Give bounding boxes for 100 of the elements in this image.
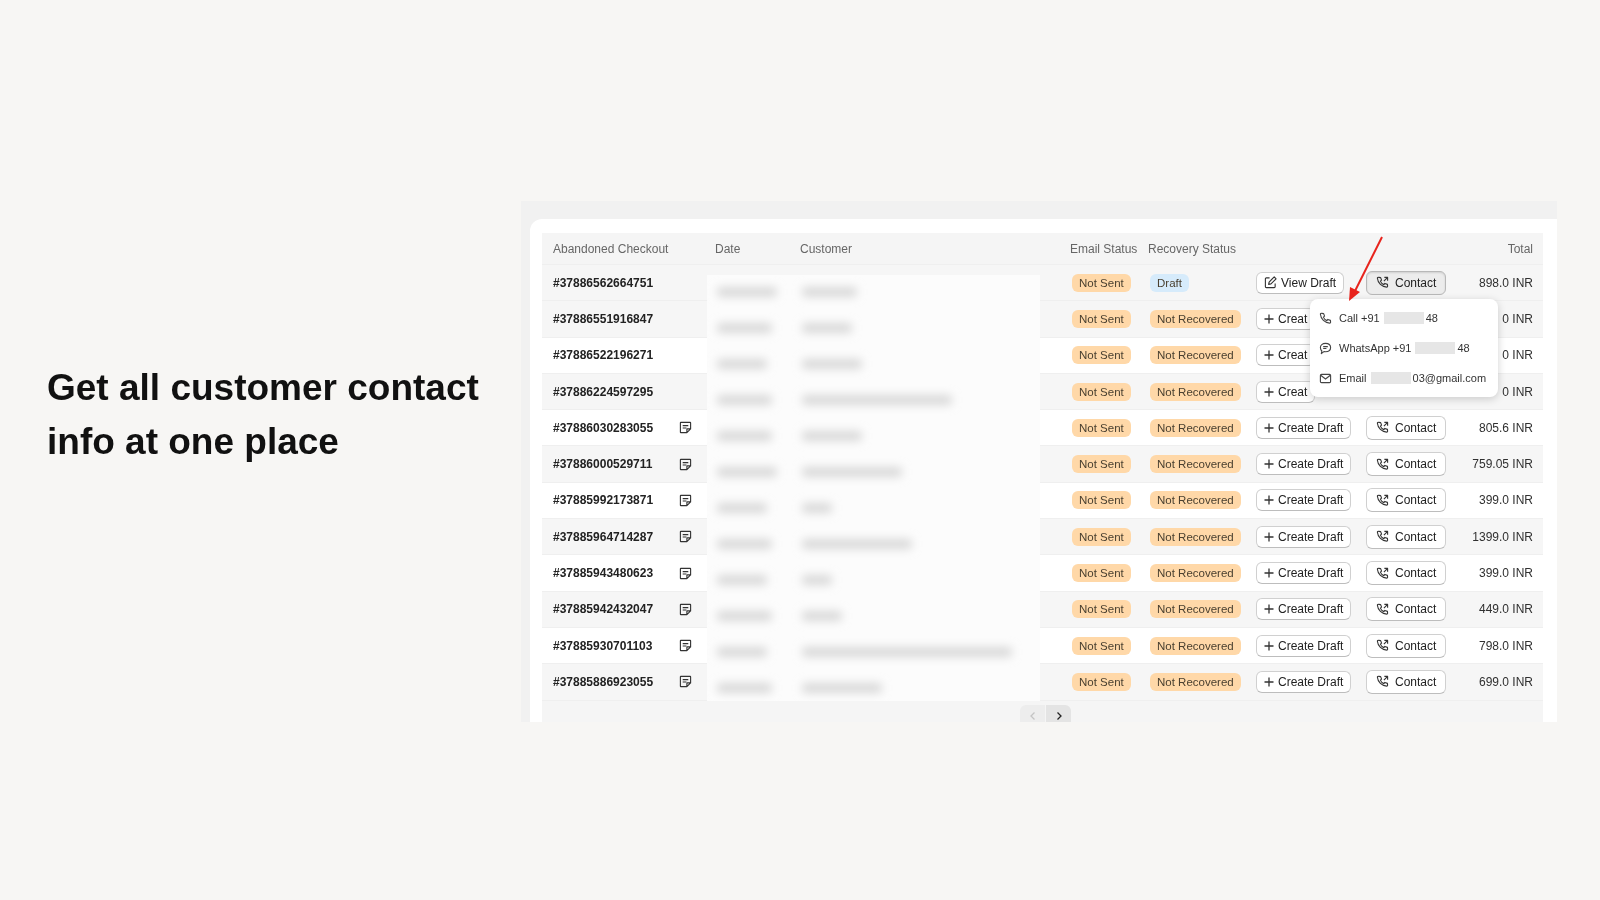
order-total: 449.0 INR [1478, 602, 1533, 617]
status-label: Not Recovered [1150, 600, 1241, 619]
redaction-bar [1370, 372, 1411, 384]
create-draft-button[interactable]: Create Draft [1256, 670, 1352, 693]
plus-icon [1264, 640, 1274, 651]
next-page-button[interactable] [1046, 704, 1071, 722]
plus-icon [1264, 604, 1274, 615]
status-label: Not Sent [1072, 491, 1131, 510]
create-draft-button[interactable]: Create Draft [1256, 562, 1352, 584]
chat-icon [1319, 341, 1332, 355]
checkout-id[interactable]: #37886000529711 [553, 457, 653, 472]
edit-icon [1264, 276, 1277, 290]
create-draft-button[interactable]: Create Draft [1256, 525, 1352, 548]
plus-icon [1264, 495, 1274, 506]
column-header: Abandoned Checkout [553, 241, 669, 256]
plus-icon [1264, 531, 1274, 542]
status-label: Not Recovered [1150, 455, 1241, 474]
status-label: Not Sent [1072, 564, 1131, 582]
status-label: Not Sent [1072, 527, 1131, 546]
create-draft-button[interactable]: Create Draft [1256, 453, 1352, 476]
order-total: 0 INR [1502, 348, 1533, 363]
phone-icon [1376, 566, 1389, 580]
create-draft-button[interactable]: Create Draft [1256, 598, 1352, 621]
status-label: Not Recovered [1150, 672, 1241, 691]
phone-icon [1376, 675, 1389, 689]
status-label: Not Sent [1072, 672, 1131, 691]
checkout-id[interactable]: #37886224597295 [553, 384, 654, 399]
redaction-bar [1415, 342, 1456, 354]
create-draft-button[interactable]: Create Draft [1256, 634, 1352, 657]
phone-icon [1376, 457, 1389, 471]
checkout-id[interactable]: #37886562664751 [553, 275, 654, 290]
status-label: Not Sent [1072, 455, 1131, 474]
contact-button[interactable]: Contact [1366, 452, 1447, 477]
status-label: Not Recovered [1150, 382, 1241, 401]
status-label: Not Sent [1072, 600, 1131, 619]
order-total: 898.0 INR [1478, 275, 1533, 290]
view-draft-button[interactable]: View Draft [1256, 271, 1345, 294]
plus-icon [1264, 422, 1274, 433]
status-label: Not Sent [1072, 273, 1131, 292]
plus-icon [1264, 386, 1274, 397]
checkout-id[interactable]: #37885942432047 [553, 602, 654, 617]
status-label: Not Recovered [1150, 491, 1241, 510]
phone-icon [1376, 421, 1389, 435]
order-total: 798.0 INR [1478, 638, 1533, 653]
headline: Get all customer contact info at one place [47, 366, 480, 464]
phone-icon [1376, 602, 1389, 616]
phone-icon [1376, 639, 1389, 653]
checkout-id[interactable]: #37885943480623 [553, 566, 654, 580]
status-label: Not Recovered [1150, 418, 1241, 437]
order-total: 759.05 INR [1472, 457, 1533, 472]
status-label: Not Sent [1072, 636, 1131, 655]
plus-icon [1264, 313, 1274, 324]
order-total: 699.0 INR [1478, 674, 1533, 689]
plus-icon [1264, 676, 1274, 687]
column-header: Customer [800, 241, 852, 256]
checkout-id[interactable]: #37886522196271 [553, 348, 654, 363]
phone-icon [1376, 493, 1389, 507]
column-header: Recovery Status [1148, 241, 1237, 256]
contact-button[interactable]: Contact [1366, 415, 1447, 440]
redaction-bar [1383, 312, 1424, 324]
checkout-id[interactable]: #37885964714287 [553, 529, 654, 544]
order-total: 399.0 INR [1478, 566, 1533, 580]
contact-button[interactable]: Contact [1366, 270, 1447, 295]
contact-button[interactable]: Contact [1366, 488, 1447, 513]
create-draft-button[interactable]: Creat [1256, 380, 1316, 403]
contact-button[interactable]: Contact [1366, 669, 1447, 694]
status-label: Not Sent [1072, 382, 1131, 401]
phone-icon [1319, 311, 1332, 325]
status-label: Not Recovered [1150, 636, 1241, 655]
status-label: Draft [1150, 273, 1189, 292]
status-label: Not Sent [1072, 309, 1131, 328]
contact-button[interactable]: Contact [1366, 561, 1447, 585]
create-draft-button[interactable]: Create Draft [1256, 416, 1352, 439]
contact-button[interactable]: Contact [1366, 633, 1447, 658]
column-header: Total [1507, 241, 1533, 256]
column-header: Date [715, 241, 741, 256]
contact-button[interactable]: Contact [1366, 524, 1447, 549]
order-total: 805.6 INR [1478, 420, 1533, 435]
status-label: Not Sent [1072, 346, 1131, 365]
order-total: 0 INR [1502, 384, 1533, 399]
checkout-id[interactable]: #37885886923055 [553, 674, 654, 689]
status-label: Not Recovered [1150, 564, 1241, 582]
status-label: Not Sent [1072, 418, 1131, 437]
status-label: Not Recovered [1150, 527, 1241, 546]
create-draft-button[interactable]: Create Draft [1256, 489, 1352, 512]
checkout-id[interactable]: #37885992173871 [553, 493, 654, 508]
status-label: Not Recovered [1150, 309, 1241, 328]
column-header: Email Status [1070, 241, 1138, 256]
checkout-id[interactable]: #37886030283055 [553, 420, 654, 435]
plus-icon [1264, 568, 1274, 578]
arrow [1349, 236, 1383, 301]
phone-icon [1376, 530, 1389, 544]
plus-icon [1264, 350, 1274, 361]
order-total: 399.0 INR [1478, 493, 1533, 508]
checkout-id[interactable]: #37886551916847 [553, 311, 654, 326]
order-total: 1399.0 INR [1472, 529, 1533, 544]
phone-icon [1376, 276, 1389, 290]
checkout-id[interactable]: #37885930701103 [553, 638, 653, 653]
mail-icon [1319, 371, 1332, 385]
contact-button[interactable]: Contact [1366, 597, 1447, 622]
